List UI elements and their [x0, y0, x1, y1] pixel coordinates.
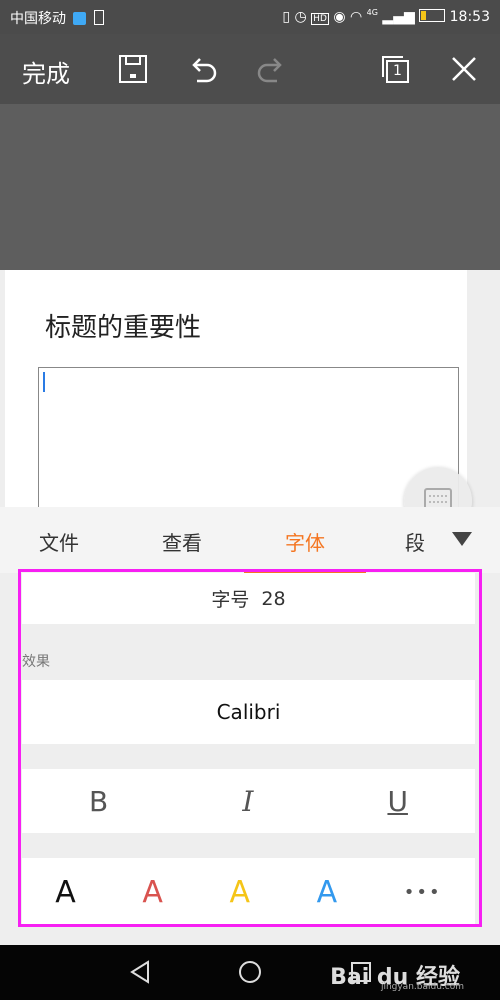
- page-switch-button[interactable]: 1: [379, 53, 411, 85]
- ribbon-tabs: 文件 查看 字体 段: [0, 507, 500, 574]
- signal-icon: ▂▄▆: [382, 9, 415, 25]
- editor-toolbar: 完成 1: [0, 34, 500, 104]
- document-page[interactable]: 标题的重要性: [5, 270, 467, 517]
- tab-font[interactable]: 字体: [285, 527, 325, 556]
- sim-icon: [93, 10, 104, 25]
- text-cursor: [43, 372, 45, 392]
- carrier-label: 中国移动: [10, 11, 66, 27]
- navigation-bar: Bai du 经验 jingyan.baidu.com: [0, 945, 500, 1000]
- home-icon[interactable]: [238, 960, 262, 988]
- annotation-highlight-box: [18, 569, 482, 927]
- tab-paragraph[interactable]: 段: [405, 527, 425, 556]
- hd-icon: HD: [311, 13, 329, 25]
- document-title[interactable]: 标题的重要性: [45, 307, 201, 344]
- document-background: [0, 104, 500, 270]
- network-type: 4G: [366, 8, 378, 17]
- page-count: 1: [393, 63, 402, 79]
- status-right: ▯ ◷ HD ◉ ◠ 4G ▂▄▆ 18:53: [282, 8, 490, 25]
- vibrate-icon: ▯: [282, 9, 291, 25]
- tab-file[interactable]: 文件: [39, 527, 79, 556]
- save-icon[interactable]: [117, 53, 149, 85]
- alarm-icon: ◷: [294, 9, 307, 25]
- clock-time: 18:53: [449, 9, 490, 25]
- redo-icon[interactable]: [255, 53, 287, 85]
- back-icon[interactable]: [128, 960, 152, 988]
- tab-view[interactable]: 查看: [162, 527, 202, 556]
- play-store-icon: [73, 12, 87, 25]
- status-left: 中国移动: [10, 8, 104, 28]
- undo-icon[interactable]: [187, 53, 219, 85]
- close-icon[interactable]: [448, 53, 480, 85]
- battery-icon: [419, 9, 446, 22]
- collapse-panel-icon[interactable]: [451, 531, 473, 551]
- status-bar: 中国移动 ▯ ◷ HD ◉ ◠ 4G ▂▄▆ 18:53: [0, 0, 500, 34]
- text-box[interactable]: [38, 367, 459, 517]
- eye-icon: ◉: [333, 9, 346, 25]
- wifi-icon: ◠: [350, 9, 363, 25]
- watermark-url: jingyan.baidu.com: [380, 982, 464, 992]
- done-button[interactable]: 完成: [22, 54, 70, 89]
